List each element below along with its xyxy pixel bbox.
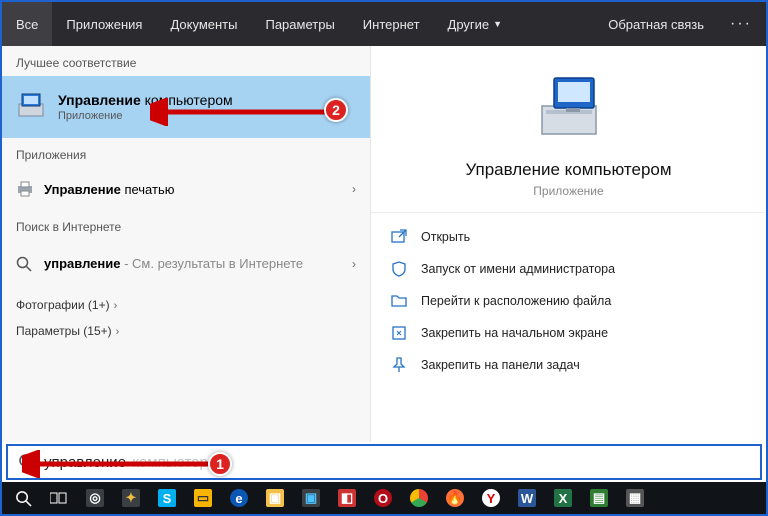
taskbar-app-1[interactable]: ◎: [78, 482, 112, 514]
computer-management-icon-large: [532, 72, 606, 146]
tab-more[interactable]: Другие▼: [434, 2, 517, 46]
action-open-location[interactable]: Перейти к расположению файла: [371, 285, 766, 317]
result-print-management[interactable]: Управление печатью ›: [2, 168, 370, 210]
action-label: Перейти к расположению файла: [421, 294, 611, 308]
taskbar-opera-icon[interactable]: O: [366, 482, 400, 514]
taskbar-taskview-icon[interactable]: [42, 482, 76, 514]
details-title: Управление компьютером: [465, 160, 671, 180]
apps-section-label: Приложения: [2, 138, 370, 168]
action-open[interactable]: Открыть: [371, 221, 766, 253]
taskbar-firefox-icon[interactable]: 🔥: [438, 482, 472, 514]
tab-internet[interactable]: Интернет: [349, 2, 434, 46]
details-hero: Управление компьютером Приложение: [371, 46, 766, 213]
result-label: управление - См. результаты в Интернете: [44, 256, 303, 273]
pin-start-icon: [391, 325, 407, 341]
taskbar: ◎ ✦ S ▭ e ▣ ▣ ◧ O 🔥 Y W X ▤ ▦: [2, 482, 766, 514]
taskbar-app-2[interactable]: ✦: [114, 482, 148, 514]
taskbar-app-4[interactable]: ▣: [294, 482, 328, 514]
action-label: Открыть: [421, 230, 470, 244]
details-actions: Открыть Запуск от имени администратора П…: [371, 213, 766, 389]
chevron-down-icon: ▼: [493, 19, 502, 29]
action-pin-start[interactable]: Закрепить на начальном экране: [371, 317, 766, 349]
taskbar-explorer-icon[interactable]: ▣: [258, 482, 292, 514]
action-label: Закрепить на начальном экране: [421, 326, 608, 340]
best-match-label: Лучшее соответствие: [2, 46, 370, 76]
open-icon: [391, 229, 407, 245]
printer-icon: [16, 181, 34, 197]
annotation-badge-2: 2: [324, 98, 348, 122]
search-tabs: Все Приложения Документы Параметры Интер…: [2, 2, 766, 46]
action-pin-taskbar[interactable]: Закрепить на панели задач: [371, 349, 766, 381]
annotation-arrow-1: [22, 450, 222, 478]
details-pane: Управление компьютером Приложение Открыт…: [370, 46, 766, 442]
taskbar-app-3[interactable]: ▭: [186, 482, 220, 514]
chevron-right-icon: ›: [352, 182, 356, 196]
category-photos[interactable]: Фотографии (1+)›: [2, 288, 370, 314]
web-section-label: Поиск в Интернете: [2, 210, 370, 240]
folder-icon: [391, 293, 407, 309]
taskbar-app-5[interactable]: ◧: [330, 482, 364, 514]
annotation-arrow-2: [150, 98, 340, 126]
action-label: Запуск от имени администратора: [421, 262, 615, 276]
details-subtitle: Приложение: [533, 184, 603, 198]
tab-apps[interactable]: Приложения: [52, 2, 156, 46]
chevron-right-icon: ›: [114, 300, 118, 312]
category-settings[interactable]: Параметры (15+)›: [2, 314, 370, 340]
taskbar-yandex-icon[interactable]: Y: [474, 482, 508, 514]
annotation-badge-1: 1: [208, 452, 232, 476]
result-web-search[interactable]: управление - См. результаты в Интернете …: [2, 240, 370, 288]
more-menu[interactable]: ···: [716, 15, 766, 33]
taskbar-search-icon[interactable]: [6, 482, 40, 514]
action-label: Закрепить на панели задач: [421, 358, 580, 372]
taskbar-app-6[interactable]: ▤: [582, 482, 616, 514]
search-results: Лучшее соответствие Управление компьютер…: [2, 46, 766, 442]
shield-icon: [391, 261, 407, 277]
computer-management-icon: [14, 90, 48, 124]
action-run-as-admin[interactable]: Запуск от имени администратора: [371, 253, 766, 285]
taskbar-word-icon[interactable]: W: [510, 482, 544, 514]
tab-settings[interactable]: Параметры: [251, 2, 348, 46]
tab-all[interactable]: Все: [2, 2, 52, 46]
taskbar-app-7[interactable]: ▦: [618, 482, 652, 514]
taskbar-skype-icon[interactable]: S: [150, 482, 184, 514]
chevron-right-icon: ›: [352, 257, 356, 271]
taskbar-chrome-icon[interactable]: [402, 482, 436, 514]
taskbar-excel-icon[interactable]: X: [546, 482, 580, 514]
tab-documents[interactable]: Документы: [156, 2, 251, 46]
pin-taskbar-icon: [391, 357, 407, 373]
taskbar-edge-icon[interactable]: e: [222, 482, 256, 514]
result-label: Управление печатью: [44, 182, 174, 197]
feedback-link[interactable]: Обратная связь: [596, 17, 716, 32]
search-icon: [16, 256, 34, 272]
chevron-right-icon: ›: [116, 326, 120, 338]
